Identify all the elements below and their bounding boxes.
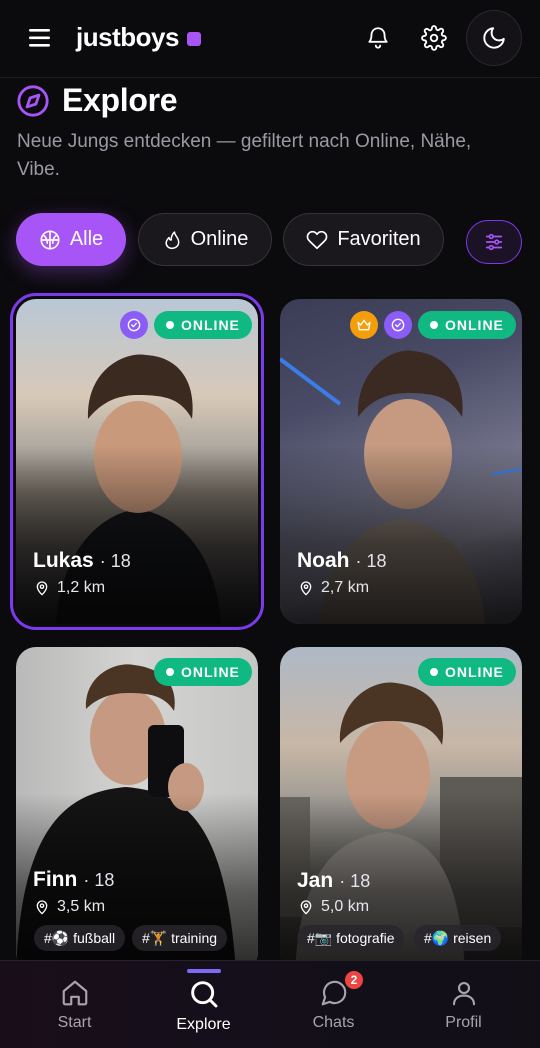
online-badge: ONLINE	[154, 658, 252, 686]
profile-card[interactable]: ONLINE Lukas · 18 1,2 km	[10, 293, 264, 630]
search-icon	[190, 981, 217, 1008]
verified-badge	[384, 311, 412, 339]
app-header: justboys	[0, 0, 540, 78]
interest-tag[interactable]: #🌍 reisen	[414, 925, 502, 951]
filter-settings-button[interactable]	[466, 220, 522, 264]
logo-text: justboys	[76, 22, 179, 52]
interest-tag[interactable]: #🏋 training	[132, 925, 228, 951]
profile-distance: 5,0 km	[298, 898, 369, 916]
filter-chip-all-label: Alle	[69, 228, 104, 250]
nav-label: Chats	[312, 1014, 355, 1031]
filter-chip-favorites[interactable]: Favoriten	[283, 213, 444, 266]
nav-item-explore[interactable]: Explore	[136, 961, 271, 1048]
bottom-nav: Start Explore 2 Chats Profil	[0, 960, 540, 1048]
unread-badge: 2	[343, 969, 365, 991]
distance-label: 5,0 km	[321, 898, 370, 915]
profile-card[interactable]: ONLINE Noah · 18 2,7 km	[280, 299, 522, 624]
profile-card[interactable]: ONLINE Jan · 18 5,0 km #📷 fotografie #🌍 …	[280, 647, 522, 972]
location-pin-icon	[36, 900, 48, 915]
logo-dot	[186, 31, 201, 46]
verified-icon	[127, 318, 141, 332]
filter-chip-online-label: Online	[190, 228, 249, 250]
page-subtitle: Neue Jungs entdecken — gefiltert nach On…	[17, 131, 472, 180]
theme-toggle-button[interactable]	[466, 10, 522, 66]
profile-age: · 18	[339, 871, 371, 891]
logo[interactable]: justboys	[76, 22, 201, 53]
online-badge: ONLINE	[418, 658, 516, 686]
compass-icon	[17, 84, 49, 117]
interest-tag[interactable]: #⚽ fußball	[34, 925, 126, 951]
profile-distance: 1,2 km	[34, 579, 105, 597]
home-icon	[62, 980, 87, 1006]
profile-age: · 18	[99, 551, 131, 571]
verified-icon	[391, 318, 405, 332]
location-pin-icon	[36, 581, 48, 596]
user-icon	[452, 981, 475, 1006]
crown-icon	[357, 319, 371, 331]
basketball-icon	[40, 229, 60, 250]
online-badge-label: ONLINE	[181, 317, 240, 333]
sliders-icon	[485, 233, 503, 251]
heart-icon	[306, 230, 328, 249]
online-badge-label: ONLINE	[181, 664, 240, 680]
flame-icon	[165, 230, 180, 249]
profile-name-row: Noah · 18	[297, 549, 387, 573]
nav-label: Profil	[445, 1014, 482, 1031]
moon-icon	[483, 27, 505, 49]
page-title: Explore	[62, 82, 178, 118]
profile-name-row: Jan · 18	[297, 869, 370, 893]
online-badge: ONLINE	[154, 311, 252, 339]
location-pin-icon	[300, 900, 312, 915]
profile-age: · 18	[355, 551, 387, 571]
filter-chip-favorites-label: Favoriten	[337, 228, 421, 250]
interest-tag[interactable]: #📷 fotografie	[297, 925, 405, 951]
distance-label: 3,5 km	[57, 898, 106, 915]
profile-name-row: Finn · 18	[33, 868, 114, 892]
distance-label: 1,2 km	[57, 579, 106, 596]
nav-item-start[interactable]: Start	[7, 961, 142, 1048]
nav-item-profil[interactable]: Profil	[396, 961, 531, 1048]
bell-icon[interactable]	[362, 22, 394, 54]
page-header: Explore	[16, 82, 178, 119]
filter-chip-all[interactable]: Alle	[16, 213, 126, 266]
profile-distance: 2,7 km	[298, 579, 369, 597]
profile-age: · 18	[83, 870, 115, 890]
filter-chip-online[interactable]: Online	[138, 213, 272, 266]
online-badge: ONLINE	[418, 311, 516, 339]
nav-label: Start	[57, 1014, 92, 1031]
gear-icon[interactable]	[418, 22, 450, 54]
verified-badge	[120, 311, 148, 339]
nav-label: Explore	[176, 1016, 231, 1033]
profile-name-row: Lukas · 18	[33, 549, 131, 573]
profile-name: Finn	[33, 868, 78, 891]
distance-label: 2,7 km	[321, 579, 370, 596]
menu-icon[interactable]	[26, 24, 56, 52]
profile-name: Lukas	[33, 549, 94, 572]
online-badge-label: ONLINE	[445, 664, 504, 680]
nav-item-chats[interactable]: 2 Chats	[266, 961, 401, 1048]
premium-badge	[350, 311, 378, 339]
profile-distance: 3,5 km	[34, 898, 105, 916]
profile-name: Noah	[297, 549, 350, 572]
profile-name: Jan	[297, 869, 334, 892]
location-pin-icon	[300, 581, 312, 596]
profile-card[interactable]: ONLINE Finn · 18 3,5 km #⚽ fußball #🏋 tr…	[16, 647, 258, 972]
active-indicator	[186, 969, 221, 973]
online-badge-label: ONLINE	[445, 317, 504, 333]
